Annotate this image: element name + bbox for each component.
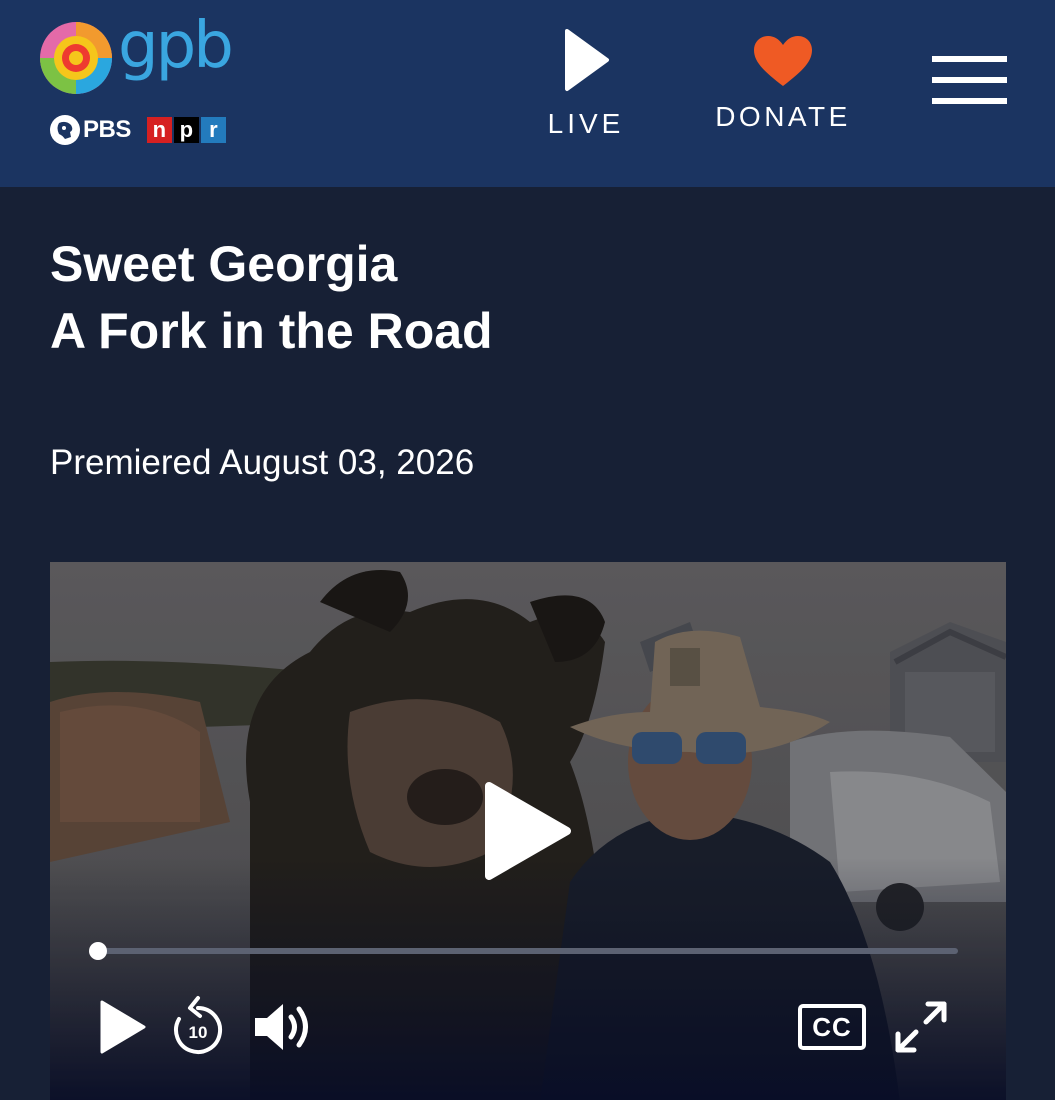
- live-label: LIVE: [547, 108, 625, 139]
- live-button[interactable]: LIVE: [545, 28, 627, 139]
- play-icon[interactable]: [483, 780, 573, 882]
- pbs-head-icon: [50, 115, 80, 145]
- program-title: Sweet Georgia: [50, 236, 398, 292]
- npr-logo: n p r: [146, 117, 228, 143]
- site-header: gpb PBS n p r LIVE DONATE: [0, 0, 1055, 187]
- progress-knob[interactable]: [89, 942, 107, 960]
- premiere-date: Premiered August 03, 2026: [50, 443, 475, 482]
- play-icon[interactable]: [98, 999, 148, 1055]
- progress-bar[interactable]: [98, 948, 958, 954]
- video-player[interactable]: 10 CC: [50, 562, 1006, 1100]
- episode-title: A Fork in the Road: [50, 303, 493, 359]
- volume-icon[interactable]: [252, 999, 314, 1055]
- npr-letter-n: n: [146, 117, 172, 143]
- rewind-10-icon[interactable]: 10: [170, 994, 226, 1056]
- play-icon: [565, 29, 609, 91]
- hamburger-menu-icon[interactable]: [932, 56, 1007, 104]
- partner-logos: PBS n p r: [50, 115, 228, 145]
- gpb-logo-icon: [40, 22, 112, 94]
- donate-button[interactable]: DONATE: [708, 34, 858, 134]
- donate-label: DONATE: [715, 101, 851, 132]
- pbs-label: PBS: [83, 116, 131, 143]
- closed-captions-button[interactable]: CC: [798, 1004, 866, 1050]
- logo-text: gpb: [118, 9, 234, 83]
- npr-letter-r: r: [200, 117, 226, 143]
- heart-icon: [754, 36, 812, 86]
- rewind-seconds-label: 10: [189, 1023, 208, 1042]
- npr-letter-p: p: [173, 117, 199, 143]
- fullscreen-icon[interactable]: [894, 1000, 948, 1054]
- gpb-logo[interactable]: gpb: [38, 14, 238, 100]
- closed-captions-icon: CC: [812, 1011, 852, 1042]
